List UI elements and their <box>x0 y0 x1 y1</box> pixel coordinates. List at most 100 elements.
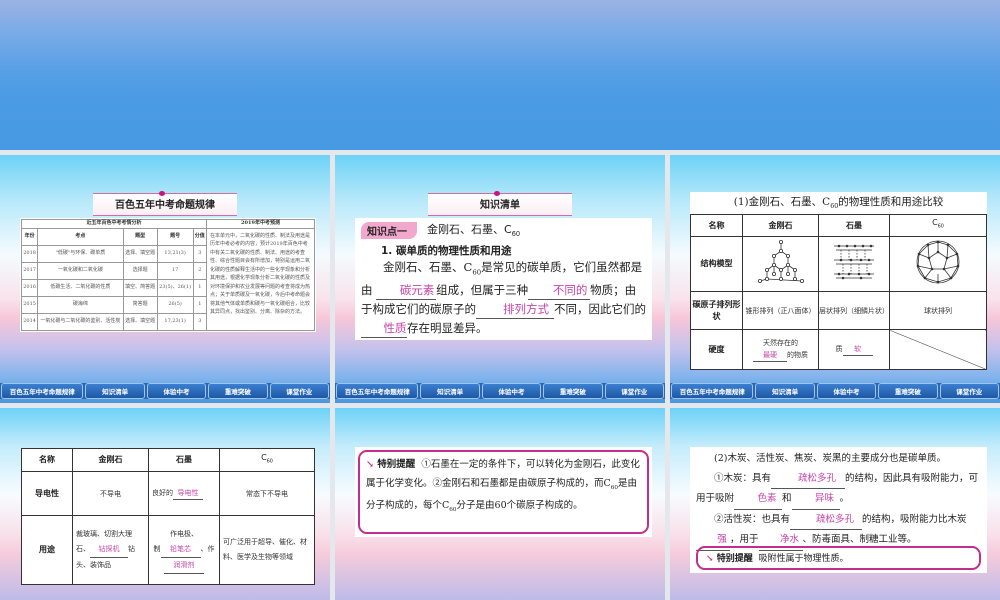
nav-button-key-points[interactable]: 重难突破 <box>878 383 938 399</box>
text: 存在明显差异。 <box>407 321 488 336</box>
cell: 2 <box>192 261 208 280</box>
answer-blank: 疏松多孔 <box>790 510 863 530</box>
cell: 3 <box>192 244 208 263</box>
slide-nav-bar: 百色五年中考命题规律 知识清单 体验中考 重难突破 课堂作业 <box>670 383 1000 399</box>
nav-button-knowledge[interactable]: 知识清单 <box>755 383 815 399</box>
text: (1)金刚石、石墨、C <box>733 196 831 208</box>
cell: 一氧化碳和二氧化碳 <box>37 261 124 280</box>
answer-blank: 色素 <box>734 489 783 510</box>
answer-blank: 最硬 <box>753 349 787 362</box>
predict-title: 2019年中考预测 <box>206 219 315 229</box>
arrow-icon: ↘ <box>706 554 714 564</box>
cell: 3 <box>192 312 208 332</box>
col-header: 题型 <box>122 227 158 246</box>
adsorption-panel: (2)木炭、活性炭、焦炭、炭黑的主要成分也是碳单质。 ①木炭：具有 疏松多孔 的结构… <box>690 447 987 573</box>
cell: 常态下不导电 <box>219 471 315 516</box>
intro-text: (2)木炭、活性炭、焦炭、炭黑的主要成分也是碳单质。 <box>714 453 946 464</box>
nav-button-homework[interactable]: 课堂作业 <box>269 383 329 399</box>
cell: 层状排列（细鳞片状） <box>818 291 890 330</box>
special-tip-box: ↘ 特别提醒 吸附性属于物理性质。 <box>696 546 981 570</box>
cell: 2016 <box>20 278 39 297</box>
subscript: 60 <box>472 268 482 277</box>
comparison-title: (1)金刚石、石墨、C60的物理性质和用途比较 <box>690 192 987 214</box>
cell: 2017 <box>20 261 39 280</box>
cell: 选择、填空题 <box>122 312 158 332</box>
cell: 填空、简答题 <box>122 278 158 297</box>
answer-blank: 异味 <box>791 489 840 510</box>
slide-1-thumbnail[interactable]: 百色五年中考命题规律 近五年百色中考考情分析 2019年中考预测 年份 考点 题型 题号… <box>0 155 330 403</box>
nav-button-homework[interactable]: 课堂作业 <box>604 383 664 399</box>
cell: 13,21(3) <box>156 244 194 263</box>
nav-button-key-points[interactable]: 重难突破 <box>543 383 603 399</box>
text: 质 <box>835 345 843 353</box>
row-label: 结构模型 <box>690 236 743 292</box>
nav-button-knowledge[interactable]: 知识清单 <box>85 383 145 399</box>
text: 组成，但属于三种 <box>436 283 529 298</box>
nav-button-experience[interactable]: 体验中考 <box>481 383 542 399</box>
text: 特别提醒 <box>716 554 753 564</box>
text: 的物质 <box>787 351 808 359</box>
cell: 选择、填空题 <box>122 244 158 263</box>
text: 的物理性质和用途比较 <box>838 196 944 208</box>
answer-blank: 导电性 <box>173 487 203 500</box>
cell: 不导电 <box>72 471 149 516</box>
subscript: 60 <box>511 230 521 239</box>
slide-2-thumbnail[interactable]: 知识清单 知识点一 金刚石、石墨、C60 1. 碳单质的物理性质和用途 金刚石、… <box>335 155 665 403</box>
tip-label: ↘ 特别提醒 <box>366 459 415 470</box>
answer-blank: 排列方式 <box>476 300 554 320</box>
nav-button-key-points[interactable]: 重难突破 <box>208 383 268 399</box>
cell: 低碳生活、二氧化碳的性质 <box>37 278 124 297</box>
nav-button-knowledge[interactable]: 知识清单 <box>420 383 480 399</box>
special-tip-box: ↘ 特别提醒 ①石墨在一定的条件下，可以转化为金刚石，此变化属于化学变化。②金刚… <box>358 450 649 534</box>
cell: 质软 <box>818 329 890 370</box>
col-header: C60 <box>889 214 987 237</box>
cell: 可广泛用于超导、催化、材料、医学及生物等领域 <box>219 515 315 585</box>
row-label: 导电性 <box>21 471 73 516</box>
text: ②活性炭：也具有 <box>714 513 791 525</box>
tip-label: ↘ 特别提醒 <box>706 554 753 564</box>
text: 分子是由60个碳原子构成的。 <box>456 499 583 511</box>
section-heading: 1. 碳单质的物理性质和用途 <box>381 245 512 257</box>
col-header: 金刚石 <box>72 448 149 472</box>
text: 、防毒面具、制糖工业等。 <box>802 534 917 545</box>
text: ，用于 <box>730 534 759 545</box>
slide-5-thumbnail[interactable]: ↘ 特别提醒 ①石墨在一定的条件下，可以转化为金刚石，此变化属于化学变化。②金刚… <box>335 408 665 600</box>
text: 吸附性属于物理性质。 <box>758 554 849 564</box>
cell: 作电极、制铅笔芯 、作润滑剂 <box>148 515 220 585</box>
nav-button-exam-rules[interactable]: 百色五年中考命题规律 <box>336 383 419 399</box>
text: 良好的 <box>152 489 173 497</box>
subscript: 60 <box>449 506 457 513</box>
slide-title: 知识清单 <box>428 191 572 216</box>
row-label: 碳原子排列形状 <box>690 291 743 330</box>
cell: 天然存在的最硬 的物质 <box>742 329 819 370</box>
text: 。 <box>839 493 850 504</box>
slide-4-thumbnail[interactable]: 名称 金刚石 石墨 C60 导电性 不导电 良好的 导电性 常态下不导电 用途 裁玻璃、切… <box>0 408 330 600</box>
slide-3-thumbnail[interactable]: (1)金刚石、石墨、C60的物理性质和用途比较 名称 金刚石 石墨 C60 结构模型 … <box>670 155 1000 403</box>
col-header: 考点 <box>37 227 124 246</box>
nav-button-homework[interactable]: 课堂作业 <box>939 383 999 399</box>
text: 制 <box>153 544 161 553</box>
text: 天然存在的 <box>763 339 798 347</box>
arrow-icon: ↘ <box>366 459 374 470</box>
row-label: 用途 <box>21 515 73 585</box>
slide-6-thumbnail[interactable]: (2)木炭、活性炭、焦炭、炭黑的主要成分也是碳单质。 ①木炭：具有 疏松多孔 的结构… <box>670 408 1000 600</box>
paragraph: 金刚石、石墨、C60是常见的碳单质，它们虽然都是由 碳元素 组成，但属于三种 不同的… <box>361 258 646 339</box>
predict-text: 在本单元中，二氧化碳的性质、制法及用途是历年中考必考的内容，预计2019年百色中… <box>206 227 315 332</box>
col-header: 年份 <box>20 227 39 246</box>
text: 和 <box>782 493 792 504</box>
nav-button-experience[interactable]: 体验中考 <box>146 383 207 399</box>
nav-button-exam-rules[interactable]: 百色五年中考命题规律 <box>671 383 754 399</box>
text: 的结构，吸附能力比木炭 <box>862 513 967 525</box>
topic-text: 金刚石、石墨、C <box>427 223 512 237</box>
cell: 23(5)、26(1) <box>156 278 194 297</box>
cell: 一氧化碳与二氧化碳的鉴别、活性炭 <box>37 312 124 332</box>
comparison-panel: (1)金刚石、石墨、C60的物理性质和用途比较 名称 金刚石 石墨 C60 结构模型 … <box>690 192 987 370</box>
nav-button-experience[interactable]: 体验中考 <box>816 383 877 399</box>
col-header: 名称 <box>690 214 743 237</box>
text: 作电极、 <box>170 529 198 538</box>
empty-cell <box>889 329 987 370</box>
nav-button-exam-rules[interactable]: 百色五年中考命题规律 <box>1 383 84 399</box>
answer-blank: 疏松多孔 <box>771 469 846 489</box>
col-header: 石墨 <box>148 448 220 472</box>
text: 、作 <box>200 544 215 553</box>
